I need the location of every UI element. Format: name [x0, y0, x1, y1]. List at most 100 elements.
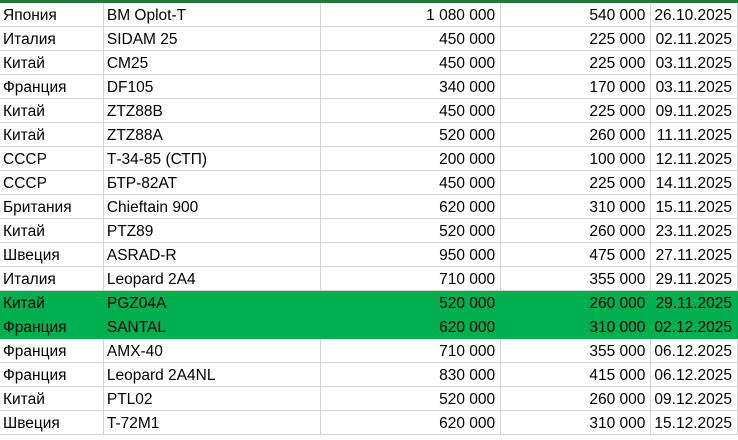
cell-half-price[interactable]: 225 000	[500, 26, 652, 51]
cell-date[interactable]: 03.11.2025	[650, 50, 738, 75]
cell-model[interactable]: CM25	[103, 50, 321, 75]
cell-model[interactable]: Chieftain 900	[103, 194, 321, 219]
table-row: Британия Chieftain 900 620 000 310 000 15.11…	[0, 194, 738, 219]
cell-country[interactable]: Китай	[0, 98, 104, 123]
cell-price[interactable]: 520 000	[320, 218, 502, 243]
cell-price[interactable]: 620 000	[320, 410, 502, 435]
cell-country[interactable]: Швеция	[0, 242, 104, 267]
cell-price[interactable]: 450 000	[320, 98, 502, 123]
cell-model[interactable]: PTZ89	[103, 218, 321, 243]
cell-country[interactable]: Китай	[0, 290, 104, 315]
table-row: Китай PTZ89 520 000 260 000 23.11.2025	[0, 218, 738, 243]
cell-model[interactable]: ZTZ88B	[103, 98, 321, 123]
cell-date[interactable]: 02.11.2025	[650, 26, 738, 51]
cell-model[interactable]: PTL02	[103, 386, 321, 411]
cell-price[interactable]: 520 000	[320, 290, 502, 315]
cell-model[interactable]: Leopard 2A4NL	[103, 362, 321, 387]
cell-date[interactable]: 27.11.2025	[650, 242, 738, 267]
cell-country[interactable]: Британия	[0, 194, 104, 219]
cell-half-price[interactable]: 260 000	[500, 386, 652, 411]
cell-model[interactable]: SIDAM 25	[103, 26, 321, 51]
cell-price[interactable]: 950 000	[320, 242, 502, 267]
cell-date[interactable]: 11.11.2025	[650, 122, 738, 147]
cell-date[interactable]: 09.11.2025	[650, 98, 738, 123]
cell-model[interactable]: SANTAL	[103, 314, 321, 339]
cell-price[interactable]: 710 000	[320, 266, 502, 291]
cell-half-price[interactable]: 260 000	[500, 122, 652, 147]
cell-price[interactable]: 450 000	[320, 170, 502, 195]
cell-country[interactable]: Китай	[0, 50, 104, 75]
cell-half-price[interactable]: 355 000	[500, 338, 652, 363]
cell-model[interactable]: Т-34-85 (СТП)	[103, 146, 321, 171]
cell-model[interactable]: BM Oplot-T	[103, 3, 321, 27]
cell-model[interactable]: PGZ04A	[103, 290, 321, 315]
cell-price[interactable]: 520 000	[320, 386, 502, 411]
cell-model[interactable]: Leopard 2A4	[103, 266, 321, 291]
cell-date[interactable]: 09.12.2025	[650, 386, 738, 411]
cell-country[interactable]: Италия	[0, 26, 104, 51]
cell-half-price[interactable]: 310 000	[500, 314, 652, 339]
cell-country[interactable]: Китай	[0, 218, 104, 243]
cell-half-price[interactable]: 260 000	[500, 218, 652, 243]
table-row: Китай CM25 450 000 225 000 03.11.2025	[0, 50, 738, 75]
cell-half-price[interactable]: 225 000	[500, 170, 652, 195]
cell-model[interactable]: БТР-82АТ	[103, 170, 321, 195]
cell-country[interactable]: СССР	[0, 170, 104, 195]
cell-date[interactable]: 12.11.2025	[650, 146, 738, 171]
table-row: Китай PGZ04A 520 000 260 000 29.11.2025	[0, 290, 738, 315]
cell-model[interactable]: AMX-40	[103, 338, 321, 363]
cell-model[interactable]: T-72M1	[103, 410, 321, 435]
cell-half-price[interactable]: 170 000	[500, 74, 652, 99]
cell-country[interactable]: Франция	[0, 338, 104, 363]
cell-country[interactable]: Франция	[0, 362, 104, 387]
cell-date[interactable]: 03.11.2025	[650, 74, 738, 99]
cell-date[interactable]: 14.11.2025	[650, 170, 738, 195]
table-row: Китай PTL02 520 000 260 000 09.12.2025	[0, 386, 738, 411]
cell-date[interactable]: 06.12.2025	[650, 362, 738, 387]
cell-date[interactable]: 23.11.2025	[650, 218, 738, 243]
cell-half-price[interactable]: 475 000	[500, 242, 652, 267]
cell-price[interactable]: 620 000	[320, 194, 502, 219]
cell-country[interactable]: Китай	[0, 122, 104, 147]
cell-country[interactable]: Япония	[0, 3, 104, 27]
cell-model[interactable]: ASRAD-R	[103, 242, 321, 267]
cell-country[interactable]: СССР	[0, 146, 104, 171]
table-row: Швеция T-72M1 620 000 310 000 15.12.2025	[0, 410, 738, 435]
cell-price[interactable]: 1 080 000	[320, 3, 502, 27]
cell-country[interactable]: Италия	[0, 266, 104, 291]
cell-half-price[interactable]: 540 000	[500, 3, 652, 27]
table-row: Франция SANTAL 620 000 310 000 02.12.2025	[0, 314, 738, 339]
cell-date[interactable]: 29.11.2025	[650, 290, 738, 315]
cell-country[interactable]: Швеция	[0, 410, 104, 435]
cell-price[interactable]: 450 000	[320, 26, 502, 51]
cell-date[interactable]: 15.12.2025	[650, 410, 738, 435]
cell-half-price[interactable]: 225 000	[500, 98, 652, 123]
cell-date[interactable]: 02.12.2025	[650, 314, 738, 339]
cell-price[interactable]: 710 000	[320, 338, 502, 363]
cell-half-price[interactable]: 415 000	[500, 362, 652, 387]
cell-price[interactable]: 450 000	[320, 50, 502, 75]
cell-half-price[interactable]: 225 000	[500, 50, 652, 75]
cell-price[interactable]: 620 000	[320, 314, 502, 339]
cell-date[interactable]: 15.11.2025	[650, 194, 738, 219]
cell-price[interactable]: 340 000	[320, 74, 502, 99]
table-row: Швеция ASRAD-R 950 000 475 000 27.11.2025	[0, 242, 738, 267]
cell-price[interactable]: 200 000	[320, 146, 502, 171]
cell-half-price[interactable]: 310 000	[500, 410, 652, 435]
cell-model[interactable]: DF105	[103, 74, 321, 99]
table-row: Италия Leopard 2A4 710 000 355 000 29.11.202…	[0, 266, 738, 291]
cell-half-price[interactable]: 310 000	[500, 194, 652, 219]
cell-date[interactable]: 26.10.2025	[650, 3, 738, 27]
cell-half-price[interactable]: 355 000	[500, 266, 652, 291]
cell-country[interactable]: Франция	[0, 74, 104, 99]
cell-country[interactable]: Китай	[0, 386, 104, 411]
cell-price[interactable]: 520 000	[320, 122, 502, 147]
cell-half-price[interactable]: 100 000	[500, 146, 652, 171]
cell-half-price[interactable]: 260 000	[500, 290, 652, 315]
table-row: Франция AMX-40 710 000 355 000 06.12.2025	[0, 338, 738, 363]
cell-date[interactable]: 29.11.2025	[650, 266, 738, 291]
cell-model[interactable]: ZTZ88A	[103, 122, 321, 147]
cell-price[interactable]: 830 000	[320, 362, 502, 387]
cell-country[interactable]: Франция	[0, 314, 104, 339]
cell-date[interactable]: 06.12.2025	[650, 338, 738, 363]
